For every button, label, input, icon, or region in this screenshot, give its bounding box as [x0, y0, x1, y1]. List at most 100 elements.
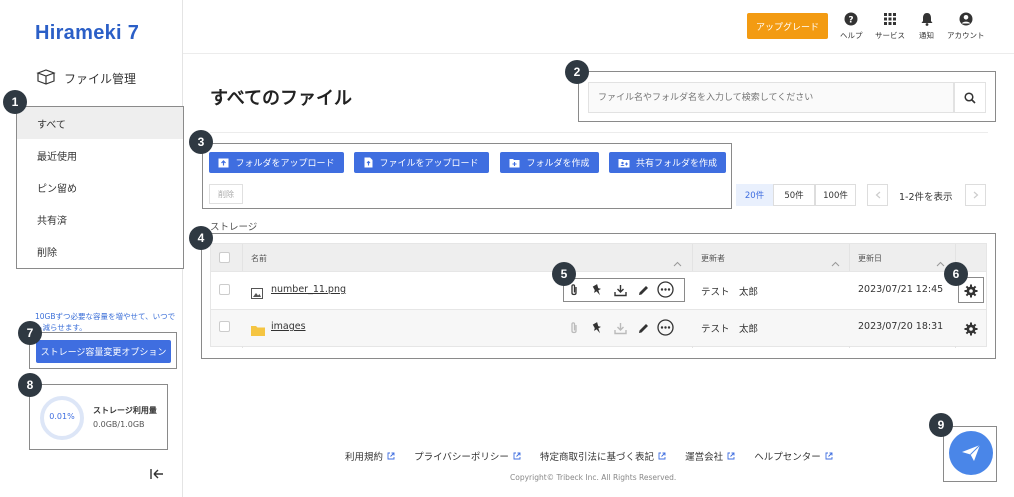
- updater-cell: テスト 太郎: [701, 324, 759, 335]
- sidebar-item-label: ピン留め: [37, 183, 77, 195]
- edit-icon[interactable]: [637, 320, 650, 339]
- annotation-marker-9: 9: [929, 413, 953, 437]
- sidebar-item-all[interactable]: すべて: [17, 107, 183, 139]
- account-label: アカウント: [947, 31, 985, 40]
- sidebar-item-deleted[interactable]: 削除: [17, 235, 183, 267]
- footer-link-label: 運営会社: [685, 452, 724, 463]
- gear-icon[interactable]: [964, 283, 978, 302]
- gear-icon[interactable]: [964, 321, 978, 340]
- file-management-label: ファイル管理: [64, 71, 137, 86]
- storage-section-label: ストレージ: [210, 222, 258, 233]
- app-logo[interactable]: Hirameki 7: [35, 22, 139, 45]
- help-label: ヘルプ: [840, 31, 863, 40]
- pin-icon[interactable]: [591, 282, 603, 301]
- external-link-icon: [513, 452, 521, 460]
- select-all-checkbox[interactable]: [219, 252, 230, 263]
- external-link-icon: [387, 452, 395, 460]
- annotation-marker-2: 2: [565, 60, 589, 84]
- sidebar-item-pinned[interactable]: ピン留め: [17, 171, 183, 203]
- sort-updated-icon[interactable]: [936, 252, 945, 271]
- collapse-sidebar-icon[interactable]: [150, 465, 164, 484]
- next-page-button[interactable]: [965, 184, 986, 206]
- footer-links: 利用規約 プライバシーポリシー 特定商取引法に基づく表記 運営会社 ヘルプセンタ…: [345, 445, 865, 464]
- account-button[interactable]: アカウント: [947, 12, 985, 41]
- services-label: サービス: [875, 31, 905, 40]
- sidebar-item-label: 削除: [37, 247, 57, 259]
- footer-link-label: 利用規約: [345, 452, 384, 463]
- search-button[interactable]: [954, 82, 986, 113]
- external-link-icon: [658, 452, 666, 460]
- updated-column-header[interactable]: 更新日: [858, 253, 882, 264]
- pin-icon[interactable]: [591, 320, 603, 339]
- create-folder-icon: [509, 158, 520, 167]
- footer-link-label: 特定商取引法に基づく表記: [540, 452, 655, 463]
- image-file-icon: [251, 284, 263, 303]
- footer-link-company[interactable]: 運営会社: [685, 449, 735, 463]
- attach-icon-disabled: [568, 320, 580, 339]
- download-icon[interactable]: [614, 282, 627, 301]
- search-icon: [964, 91, 976, 104]
- upload-file-button[interactable]: ファイルをアップロード: [354, 152, 489, 173]
- chevron-right-icon: [973, 191, 978, 199]
- help-icon: ?: [844, 12, 858, 26]
- more-options-icon[interactable]: [657, 281, 674, 302]
- edit-icon[interactable]: [637, 282, 650, 301]
- upload-folder-icon: [218, 158, 229, 167]
- footer-link-terms[interactable]: 利用規約: [345, 449, 395, 463]
- upload-folder-label: フォルダをアップロード: [235, 159, 335, 169]
- send-message-button[interactable]: [949, 431, 993, 475]
- annotation-marker-5: 5: [552, 262, 576, 286]
- create-folder-button[interactable]: フォルダを作成: [500, 152, 599, 173]
- annotation-marker-8: 8: [18, 373, 42, 397]
- file-management-heading[interactable]: ファイル管理: [36, 68, 136, 88]
- shared-folder-icon: [618, 158, 630, 167]
- footer-link-help[interactable]: ヘルプセンター: [754, 449, 833, 463]
- annotation-marker-1: 1: [3, 90, 27, 114]
- row-checkbox[interactable]: [219, 321, 230, 332]
- paper-plane-icon: [962, 444, 981, 461]
- row-checkbox[interactable]: [219, 284, 230, 295]
- create-shared-folder-button[interactable]: 共有フォルダを作成: [609, 152, 726, 173]
- usage-title: ストレージ利用量: [93, 406, 157, 415]
- upgrade-button[interactable]: アップグレード: [747, 13, 828, 39]
- delete-button[interactable]: 削除: [209, 184, 243, 204]
- page-size-selector: 20件 50件 100件: [736, 184, 856, 206]
- search-input[interactable]: [588, 82, 954, 113]
- annotation-marker-3: 3: [189, 130, 213, 154]
- more-options-icon[interactable]: [657, 319, 674, 340]
- folder-name-link[interactable]: images: [271, 321, 306, 332]
- footer-link-privacy[interactable]: プライバシーポリシー: [414, 449, 521, 463]
- help-button[interactable]: ? ヘルプ: [840, 12, 863, 41]
- updater-column-header[interactable]: 更新者: [701, 253, 725, 264]
- sidebar-item-recent[interactable]: 最近使用: [17, 139, 183, 171]
- upload-folder-button[interactable]: フォルダをアップロード: [209, 152, 344, 173]
- footer-link-tokushoho[interactable]: 特定商取引法に基づく表記: [540, 449, 666, 463]
- usage-percent: 0.01%: [49, 412, 75, 421]
- prev-page-button[interactable]: [867, 184, 888, 206]
- chevron-left-icon: [875, 191, 880, 199]
- file-table: 名前 更新者 更新日 number_11.png テスト 太郎 2023/07/…: [210, 243, 987, 348]
- attach-icon[interactable]: [568, 282, 580, 301]
- create-folder-label: フォルダを作成: [526, 159, 590, 169]
- sidebar-item-label: 最近使用: [37, 151, 77, 163]
- file-name-link[interactable]: number_11.png: [271, 284, 346, 295]
- updated-cell: 2023/07/21 12:45: [858, 284, 944, 295]
- sidebar-item-shared[interactable]: 共有済: [17, 203, 183, 235]
- footer-link-label: プライバシーポリシー: [414, 452, 509, 463]
- usage-detail: 0.0GB/1.0GB: [93, 420, 145, 429]
- services-button[interactable]: サービス: [875, 12, 905, 41]
- page-size-100[interactable]: 100件: [815, 184, 856, 206]
- sidebar-nav: すべて 最近使用 ピン留め 共有済 削除: [16, 106, 184, 269]
- upload-file-icon: [364, 157, 373, 168]
- page-size-50[interactable]: 50件: [773, 184, 815, 206]
- storage-usage-box: 0.01% ストレージ利用量 0.0GB/1.0GB: [29, 384, 168, 450]
- external-link-icon: [727, 452, 735, 460]
- storage-option-button[interactable]: ストレージ容量変更オプション: [36, 340, 171, 363]
- sort-updater-icon[interactable]: [831, 252, 840, 271]
- notifications-button[interactable]: 通知: [919, 12, 934, 41]
- sidebar-item-label: すべて: [37, 119, 66, 131]
- sort-name-icon[interactable]: [673, 252, 682, 271]
- title-divider: [210, 132, 988, 133]
- name-column-header[interactable]: 名前: [251, 253, 267, 264]
- page-size-20[interactable]: 20件: [736, 184, 773, 206]
